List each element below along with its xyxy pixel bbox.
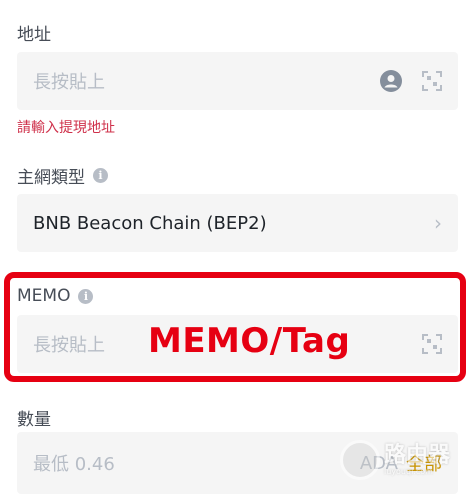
address-error: 請輸入提現地址 — [17, 120, 115, 136]
chevron-right-icon: › — [434, 211, 442, 235]
amount-label: 數量 — [17, 410, 51, 430]
watermark-text: 路由器 — [384, 442, 451, 468]
amount-input[interactable]: 最低 0.46 — [33, 450, 360, 476]
user-icon[interactable] — [380, 70, 402, 92]
address-input[interactable]: 長按貼上 — [33, 68, 380, 94]
network-value: BNB Beacon Chain (BEP2) — [33, 212, 267, 234]
info-icon[interactable]: i — [93, 168, 108, 183]
network-label: 主網類型 i — [17, 163, 108, 188]
watermark-logo-icon — [340, 440, 380, 480]
network-selector[interactable]: BNB Beacon Chain (BEP2) › — [17, 194, 458, 252]
address-label: 地址 — [17, 25, 51, 45]
scan-icon[interactable] — [422, 71, 442, 91]
watermark: 路由器 luyouqi.com — [340, 440, 450, 480]
memo-annotation: MEMO/Tag — [148, 321, 351, 361]
address-field[interactable]: 長按貼上 — [17, 52, 458, 110]
